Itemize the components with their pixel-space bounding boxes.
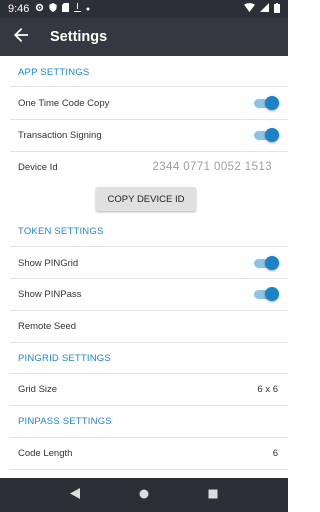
shield-icon bbox=[49, 3, 58, 15]
setting-label: Remote Seed bbox=[18, 320, 77, 332]
dot-icon bbox=[86, 4, 90, 14]
transaction-signing-toggle[interactable] bbox=[252, 128, 279, 142]
setting-label: Show PINPass bbox=[18, 288, 82, 300]
status-bar: 9:46 bbox=[0, 0, 288, 18]
divider bbox=[10, 342, 288, 343]
page-title: Settings bbox=[50, 29, 108, 45]
setting-device-id: Device Id 2344 0771 0052 1513 bbox=[0, 151, 288, 183]
settings-list[interactable]: APP SETTINGS One Time Code Copy Transact… bbox=[0, 56, 288, 478]
setting-label: Device Id bbox=[18, 161, 58, 173]
show-pingrid-toggle[interactable] bbox=[252, 256, 279, 270]
section-header-app-settings: APP SETTINGS bbox=[18, 67, 90, 78]
setting-one-time-code-copy[interactable]: One Time Code Copy bbox=[0, 87, 288, 119]
wifi-icon bbox=[244, 3, 255, 15]
toggle-thumb bbox=[265, 256, 279, 270]
recents-square-icon bbox=[208, 486, 218, 504]
setting-remote-seed[interactable]: Remote Seed bbox=[0, 310, 288, 342]
signal-icon bbox=[260, 3, 269, 15]
section-header-pinpass-settings: PINPASS SETTINGS bbox=[18, 416, 112, 427]
gear-icon bbox=[35, 3, 44, 15]
setting-code-length[interactable]: Code Length 6 bbox=[0, 437, 288, 469]
nav-back-button[interactable] bbox=[55, 478, 95, 512]
setting-label: Grid Size bbox=[18, 383, 58, 395]
nav-recents-button[interactable] bbox=[193, 478, 233, 512]
back-button[interactable] bbox=[2, 18, 40, 56]
app-bar: Settings bbox=[0, 18, 288, 56]
setting-show-pinpass[interactable]: Show PINPass bbox=[0, 278, 288, 310]
nav-home-button[interactable] bbox=[124, 478, 164, 512]
section-header-pingrid-settings: PINGRID SETTINGS bbox=[18, 353, 111, 364]
arrow-back-icon bbox=[14, 27, 28, 47]
device-id-value: 2344 0771 0052 1513 bbox=[152, 161, 272, 173]
status-right-icons bbox=[244, 2, 280, 16]
home-circle-icon bbox=[139, 486, 149, 504]
battery-icon bbox=[274, 2, 280, 16]
status-time: 9:46 bbox=[8, 3, 30, 15]
toggle-thumb bbox=[265, 128, 279, 142]
toggle-thumb bbox=[265, 96, 279, 110]
setting-label: Transaction Signing bbox=[18, 129, 102, 141]
back-triangle-icon bbox=[69, 486, 80, 504]
toggle-thumb bbox=[265, 287, 279, 301]
setting-transaction-signing[interactable]: Transaction Signing bbox=[0, 119, 288, 151]
divider bbox=[10, 405, 288, 406]
setting-label: Code Length bbox=[18, 447, 73, 459]
setting-show-pingrid[interactable]: Show PINGrid bbox=[0, 247, 288, 279]
one-time-code-copy-toggle[interactable] bbox=[252, 96, 279, 110]
section-header-token-settings: TOKEN SETTINGS bbox=[18, 226, 104, 237]
divider bbox=[10, 469, 288, 470]
setting-label: Show PINGrid bbox=[18, 257, 79, 269]
grid-size-value: 6 x 6 bbox=[257, 383, 278, 395]
code-length-value: 6 bbox=[272, 447, 278, 459]
setting-label: One Time Code Copy bbox=[18, 97, 110, 109]
copy-device-id-button[interactable]: COPY DEVICE ID bbox=[96, 187, 196, 211]
setting-grid-size[interactable]: Grid Size 6 x 6 bbox=[0, 373, 288, 405]
system-nav-bar bbox=[0, 478, 288, 512]
show-pinpass-toggle[interactable] bbox=[252, 287, 279, 301]
download-icon bbox=[74, 3, 82, 15]
sd-card-icon bbox=[62, 3, 70, 15]
